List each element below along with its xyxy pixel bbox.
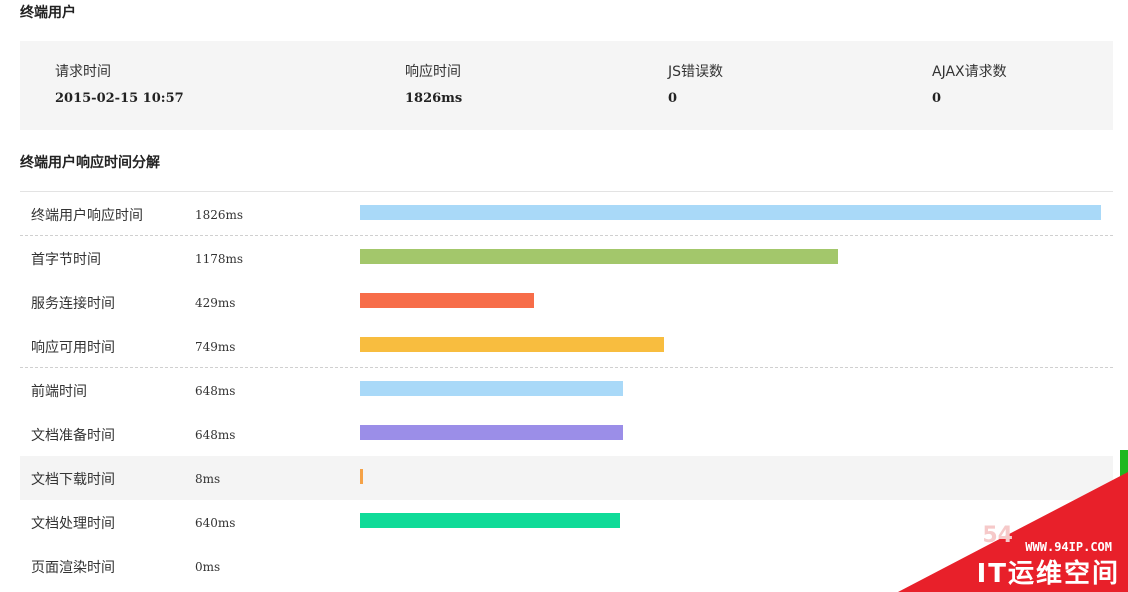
watermark-logo: 54 WWW.94IP.COM IT运维空间 bbox=[898, 472, 1128, 592]
row-bar bbox=[360, 249, 838, 264]
row-bar bbox=[360, 425, 623, 440]
row-bar bbox=[360, 381, 623, 396]
row-name: 页面渲染时间 bbox=[31, 560, 115, 576]
response-time-value: 1826ms bbox=[405, 91, 463, 106]
row-ms: 648ms bbox=[195, 428, 236, 442]
row-ms: 749ms bbox=[195, 340, 236, 354]
row-ms: 1178ms bbox=[195, 252, 244, 266]
watermark-site: WWW.94IP.COM bbox=[1025, 540, 1112, 554]
row-name: 文档下载时间 bbox=[31, 472, 115, 488]
breakdown-row-response-available: 响应可用时间 749ms bbox=[20, 324, 1113, 368]
row-ms: 8ms bbox=[195, 472, 221, 486]
request-time-label: 请求时间 bbox=[55, 64, 111, 80]
ajax-requests-label: AJAX请求数 bbox=[932, 64, 1007, 80]
row-ms: 429ms bbox=[195, 296, 236, 310]
response-time-label: 响应时间 bbox=[405, 64, 461, 80]
js-errors-value: 0 bbox=[668, 91, 678, 106]
row-name: 首字节时间 bbox=[31, 252, 101, 268]
request-time-metric: 请求时间 2015-02-15 10:57 bbox=[55, 61, 184, 106]
end-user-section-title: 终端用户 bbox=[20, 5, 76, 21]
breakdown-row-first-byte: 首字节时间 1178ms bbox=[20, 236, 1113, 280]
row-ms: 648ms bbox=[195, 384, 236, 398]
request-time-value: 2015-02-15 10:57 bbox=[55, 91, 184, 106]
breakdown-section-title: 终端用户响应时间分解 bbox=[20, 155, 160, 171]
breakdown-row-server-connect: 服务连接时间 429ms bbox=[20, 280, 1113, 324]
watermark-ghost-text: 54 bbox=[982, 523, 1013, 548]
row-name: 服务连接时间 bbox=[31, 296, 115, 312]
row-name: 前端时间 bbox=[31, 384, 87, 400]
row-name: 响应可用时间 bbox=[31, 340, 115, 356]
row-name: 终端用户响应时间 bbox=[31, 208, 143, 224]
ajax-requests-value: 0 bbox=[932, 91, 942, 106]
ajax-requests-metric: AJAX请求数 0 bbox=[932, 61, 1007, 106]
row-ms: 1826ms bbox=[195, 208, 244, 222]
row-name: 文档准备时间 bbox=[31, 428, 115, 444]
watermark-brand: IT运维空间 bbox=[976, 559, 1120, 589]
row-name: 文档处理时间 bbox=[31, 516, 115, 532]
row-ms: 0ms bbox=[195, 560, 221, 574]
breakdown-row-frontend: 前端时间 648ms bbox=[20, 368, 1113, 412]
row-ms: 640ms bbox=[195, 516, 236, 530]
row-bar bbox=[360, 205, 1101, 220]
response-time-metric: 响应时间 1826ms bbox=[405, 61, 462, 106]
breakdown-row-doc-ready: 文档准备时间 648ms bbox=[20, 412, 1113, 456]
js-errors-label: JS错误数 bbox=[668, 64, 724, 80]
end-user-summary-panel: 请求时间 2015-02-15 10:57 响应时间 1826ms JS错误数 … bbox=[20, 41, 1113, 130]
row-bar bbox=[360, 337, 664, 352]
js-errors-metric: JS错误数 0 bbox=[668, 61, 723, 106]
row-bar bbox=[360, 469, 363, 484]
breakdown-row-end-user: 终端用户响应时间 1826ms bbox=[20, 192, 1113, 236]
row-bar bbox=[360, 293, 534, 308]
row-bar bbox=[360, 513, 620, 528]
